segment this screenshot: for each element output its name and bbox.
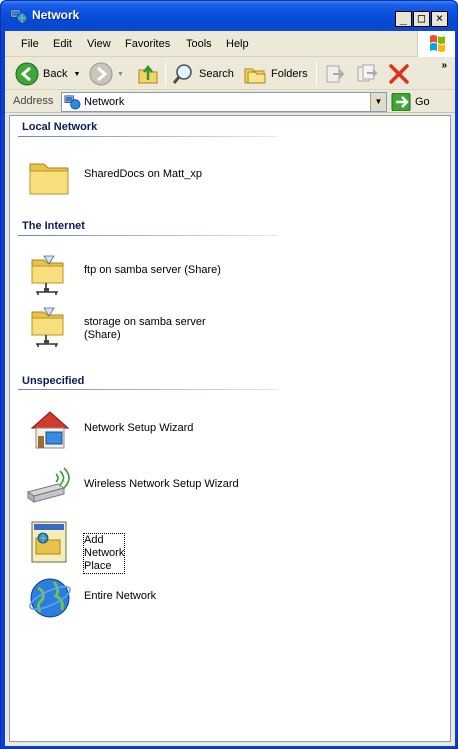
group-header-local-network: Local Network [22,121,98,133]
wireless-usb-icon [26,467,70,503]
search-button[interactable]: Search [171,61,234,87]
address-dropdown-button[interactable]: ▼ [370,93,386,111]
item-label: ftp on samba server (Share) [84,264,221,276]
address-bar: Address Network ▼ Go [5,91,455,113]
network-icon [10,9,28,24]
toolbar-overflow-chevron[interactable]: » [441,60,447,71]
home-network-icon [30,411,70,449]
menu-edit[interactable]: Edit [53,38,72,50]
delete-button[interactable] [387,61,411,87]
back-dropdown-arrow[interactable]: ▼ [73,71,80,78]
item-label: Add Network Place [82,533,126,574]
menu-favorites[interactable]: Favorites [125,38,170,50]
network-share-icon [31,255,64,295]
group-header-unspecified: Unspecified [22,375,85,387]
back-arrow-icon [15,62,39,86]
folders-button[interactable]: Folders [243,61,308,87]
item-label: storage on samba server (Share) [84,316,206,341]
menu-view[interactable]: View [87,38,111,50]
move-to-icon [326,65,345,83]
group-divider [18,136,278,137]
address-label: Address [13,95,54,107]
up-folder-icon [138,64,158,84]
minimize-button[interactable]: _ [395,11,412,27]
forward-arrow-icon [89,62,113,86]
item-label: Wireless Network Setup Wizard [84,478,239,490]
copy-to-button[interactable] [355,61,379,87]
network-share-icon [31,307,64,347]
add-network-place-icon [31,521,67,563]
explorer-window: Network _ □ × File Edit View Favorites T… [0,0,458,749]
forward-dropdown-arrow[interactable]: ▼ [117,71,124,78]
search-icon [172,64,192,84]
windows-logo [417,31,455,57]
back-button[interactable]: Back ▼ [15,61,80,87]
group-divider [18,389,278,390]
item-label: Entire Network [84,590,157,602]
menu-tools[interactable]: Tools [186,38,212,50]
move-to-button[interactable] [323,61,347,87]
toolbar-separator [316,62,317,86]
folder-icon [29,163,69,195]
up-folder-button[interactable] [136,61,160,87]
group-header-the-internet: The Internet [22,220,85,232]
forward-button[interactable]: ▼ [89,61,124,87]
item-label: Network Setup Wizard [84,422,194,434]
item-label: SharedDocs on Matt_xp [84,168,203,180]
go-button[interactable]: Go [391,92,430,112]
folder-view: Local Network SharedDocs on Matt_xp The … [9,115,451,742]
menu-help[interactable]: Help [226,38,249,50]
close-button[interactable]: × [431,11,448,27]
address-input[interactable]: Network ▼ [61,92,387,112]
maximize-button[interactable]: □ [413,11,430,27]
menu-bar: File Edit View Favorites Tools Help [5,31,455,57]
folders-icon [244,68,266,84]
copy-to-icon [357,64,378,82]
network-icon [64,95,81,110]
group-divider [18,235,278,236]
address-value: Network [84,96,125,108]
title-bar[interactable]: Network _ □ × [1,1,457,31]
window-title: Network [32,8,80,22]
globe-icon [29,578,71,618]
delete-x-icon [389,64,409,84]
window-client: File Edit View Favorites Tools Help Back… [5,31,455,746]
standard-toolbar: Back ▼ ▼ Search Folders » [5,58,455,90]
go-arrow-icon [391,93,411,111]
windows-flag-icon [430,35,445,52]
toolbar-separator [165,62,166,86]
menu-file[interactable]: File [21,38,39,50]
